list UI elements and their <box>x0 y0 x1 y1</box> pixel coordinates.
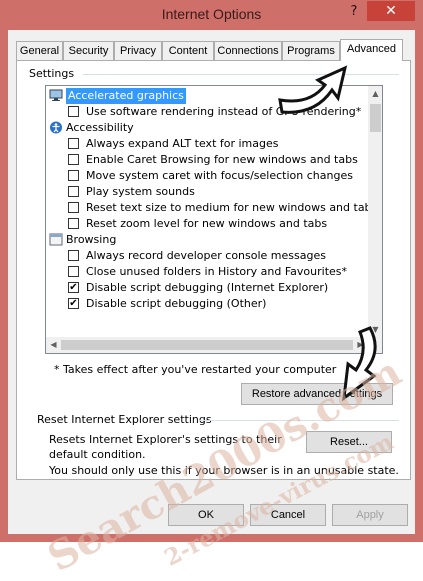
settings-option-label: Move system caret with focus/selection c… <box>86 169 353 182</box>
checkbox[interactable] <box>68 250 79 261</box>
settings-group-label: Settings <box>29 67 75 80</box>
tab-privacy[interactable]: Privacy <box>114 41 162 60</box>
settings-category-label: Accessibility <box>66 121 134 134</box>
title-bar[interactable]: Internet Options ? ✕ <box>0 0 423 30</box>
reset-group-divider <box>199 420 399 421</box>
settings-category-label: Browsing <box>66 233 117 246</box>
horizontal-scrollbar[interactable]: ◀ ▶ <box>46 337 368 353</box>
checkbox[interactable] <box>68 106 79 117</box>
help-button[interactable]: ? <box>343 2 365 22</box>
apply-button[interactable]: Apply <box>332 504 408 526</box>
arrow-advanced-tab-icon <box>278 65 348 114</box>
reset-warning: You should only use this if your browser… <box>49 464 399 477</box>
reset-group-label: Reset Internet Explorer settings <box>37 413 212 426</box>
settings-option-label: Play system sounds <box>86 185 195 198</box>
reset-description: Resets Internet Explorer's settings to t… <box>49 433 282 461</box>
tab-programs[interactable]: Programs <box>282 41 340 60</box>
reset-button[interactable]: Reset... <box>306 431 392 453</box>
monitor-icon <box>49 89 63 102</box>
checkbox[interactable] <box>68 202 79 213</box>
browsing-icon <box>49 233 63 246</box>
tab-connections[interactable]: Connections <box>214 41 282 60</box>
settings-option-label: Reset zoom level for new windows and tab… <box>86 217 328 230</box>
cancel-button[interactable]: Cancel <box>250 504 326 526</box>
settings-option-label: Reset text size to medium for new window… <box>86 201 378 214</box>
settings-option-label: Close unused folders in History and Favo… <box>86 265 348 278</box>
scroll-up-arrow-icon[interactable]: ▲ <box>368 86 382 101</box>
arrow-reset-button-icon <box>342 326 377 402</box>
advanced-tab-panel: Settings Accelerated graphics Use softwar… <box>16 60 411 480</box>
checkbox[interactable] <box>68 170 79 181</box>
tab-advanced[interactable]: Advanced <box>340 39 403 61</box>
tab-security[interactable]: Security <box>63 41 114 60</box>
settings-option-label: Disable script debugging (Other) <box>86 297 267 310</box>
close-button[interactable]: ✕ <box>367 1 415 21</box>
checkbox[interactable] <box>68 186 79 197</box>
accessibility-icon <box>49 121 63 134</box>
vertical-scroll-thumb[interactable] <box>370 104 381 132</box>
tab-content[interactable]: Content <box>162 41 214 60</box>
checkbox[interactable] <box>68 266 79 277</box>
restart-note: * Takes effect after you've restarted yo… <box>54 363 337 376</box>
settings-option-label: Enable Caret Browsing for new windows an… <box>86 153 358 166</box>
checkbox-checked[interactable]: ✔ <box>68 282 79 293</box>
checkbox[interactable] <box>68 138 79 149</box>
checkbox[interactable] <box>68 218 79 229</box>
checkbox-checked[interactable]: ✔ <box>68 298 79 309</box>
settings-tree[interactable]: Accelerated graphics Use software renderi… <box>45 85 383 354</box>
settings-option-label: Always record developer console messages <box>86 249 326 262</box>
ok-button[interactable]: OK <box>168 504 244 526</box>
checkbox[interactable] <box>68 154 79 165</box>
tab-general[interactable]: General <box>16 41 63 60</box>
internet-options-window: Internet Options ? ✕ General Security Pr… <box>0 0 423 581</box>
settings-option-label: Always expand ALT text for images <box>86 137 279 150</box>
settings-category-label: Accelerated graphics <box>66 88 186 104</box>
scroll-left-arrow-icon[interactable]: ◀ <box>46 337 61 353</box>
horizontal-scroll-thumb[interactable] <box>61 340 353 350</box>
vertical-scrollbar[interactable]: ▲ ▼ <box>368 86 382 337</box>
settings-option-label: Disable script debugging (Internet Explo… <box>86 281 329 294</box>
